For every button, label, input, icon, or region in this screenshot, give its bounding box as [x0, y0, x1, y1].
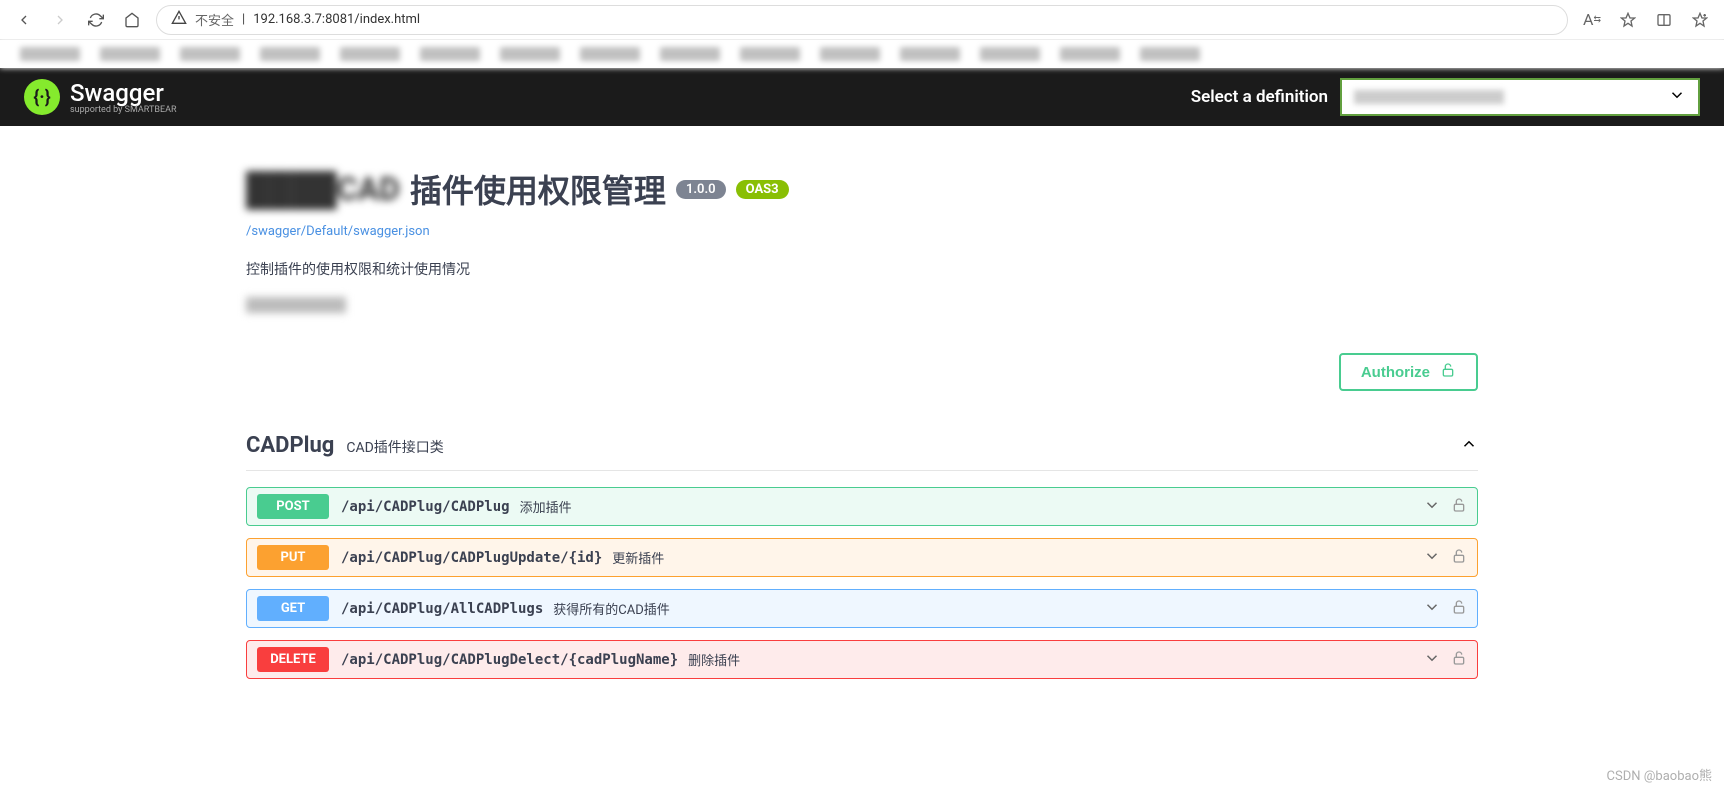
swagger-icon: {·} — [24, 79, 60, 115]
lock-open-icon — [1440, 362, 1456, 382]
endpoints-list: POST /api/CADPlug/CADPlug 添加插件 PUT /api/… — [246, 487, 1478, 679]
endpoint-put[interactable]: PUT /api/CADPlug/CADPlugUpdate/{id} 更新插件 — [246, 538, 1478, 577]
url-bar[interactable]: 不安全 | 192.168.3.7:8081/index.html — [156, 5, 1568, 35]
chevron-down-icon — [1423, 598, 1441, 620]
section-name: CADPlug — [246, 433, 334, 458]
security-label: 不安全 — [195, 10, 234, 29]
endpoint-desc: 添加插件 — [520, 497, 1423, 516]
api-title: 插件使用权限管理 — [410, 166, 666, 212]
forward-button — [48, 8, 72, 32]
url-text: 192.168.3.7:8081/index.html — [253, 12, 420, 27]
lock-icon[interactable] — [1451, 650, 1467, 670]
api-description: 控制插件的使用权限和统计使用情况 — [246, 259, 1478, 279]
endpoint-desc: 更新插件 — [612, 548, 1423, 567]
method-badge: PUT — [257, 545, 329, 570]
chevron-down-icon — [1668, 86, 1686, 108]
back-button[interactable] — [12, 8, 36, 32]
endpoint-desc: 获得所有的CAD插件 — [553, 599, 1423, 618]
brand-subtitle: supported by SMARTBEAR — [70, 105, 177, 115]
brand-name: Swagger — [70, 79, 164, 107]
endpoint-path: /api/CADPlug/CADPlug — [341, 499, 510, 515]
section-header[interactable]: CADPlug CAD插件接口类 — [246, 421, 1478, 471]
favorite-button[interactable] — [1616, 8, 1640, 32]
lock-icon[interactable] — [1451, 599, 1467, 619]
definition-dropdown[interactable] — [1340, 78, 1700, 116]
endpoint-delete[interactable]: DELETE /api/CADPlug/CADPlugDelect/{cadPl… — [246, 640, 1478, 679]
oas-badge: OAS3 — [736, 180, 789, 199]
watermark: CSDN @baobao熊 — [1607, 765, 1712, 784]
swagger-logo: {·} Swagger supported by SMARTBEAR — [24, 79, 177, 115]
chevron-down-icon — [1423, 649, 1441, 671]
method-badge: POST — [257, 494, 329, 519]
swagger-json-link[interactable]: /swagger/Default/swagger.json — [246, 224, 1478, 239]
home-button[interactable] — [120, 8, 144, 32]
chevron-up-icon — [1460, 435, 1478, 457]
refresh-button[interactable] — [84, 8, 108, 32]
browser-chrome: 不安全 | 192.168.3.7:8081/index.html A⇆ — [0, 0, 1724, 40]
warning-icon — [171, 10, 187, 30]
definition-label: Select a definition — [1191, 87, 1328, 107]
api-title-blur: ████CAD — [246, 170, 400, 208]
method-badge: GET — [257, 596, 329, 621]
lock-icon[interactable] — [1451, 497, 1467, 517]
collections-button[interactable] — [1688, 8, 1712, 32]
endpoint-post[interactable]: POST /api/CADPlug/CADPlug 添加插件 — [246, 487, 1478, 526]
endpoint-path: /api/CADPlug/CADPlugDelect/{cadPlugName} — [341, 652, 678, 668]
endpoint-path: /api/CADPlug/AllCADPlugs — [341, 601, 543, 617]
version-badge: 1.0.0 — [676, 180, 726, 199]
lock-icon[interactable] — [1451, 548, 1467, 568]
main-content: ████CAD 插件使用权限管理 1.0.0 OAS3 /swagger/Def… — [222, 126, 1502, 731]
endpoint-desc: 删除插件 — [688, 650, 1423, 669]
api-title-row: ████CAD 插件使用权限管理 1.0.0 OAS3 — [246, 166, 1478, 212]
section-desc: CAD插件接口类 — [346, 437, 443, 457]
swagger-header: {·} Swagger supported by SMARTBEAR Selec… — [0, 68, 1724, 126]
blurred-text — [246, 297, 346, 313]
chevron-down-icon — [1423, 496, 1441, 518]
definition-value — [1354, 90, 1504, 104]
method-badge: DELETE — [257, 647, 329, 672]
bookmarks-bar — [0, 40, 1724, 68]
endpoint-get[interactable]: GET /api/CADPlug/AllCADPlugs 获得所有的CAD插件 — [246, 589, 1478, 628]
authorize-button[interactable]: Authorize — [1339, 353, 1478, 391]
split-button[interactable] — [1652, 8, 1676, 32]
definition-select: Select a definition — [1191, 78, 1700, 116]
endpoint-path: /api/CADPlug/CADPlugUpdate/{id} — [341, 550, 602, 566]
text-size-button[interactable]: A⇆ — [1580, 8, 1604, 32]
chevron-down-icon — [1423, 547, 1441, 569]
